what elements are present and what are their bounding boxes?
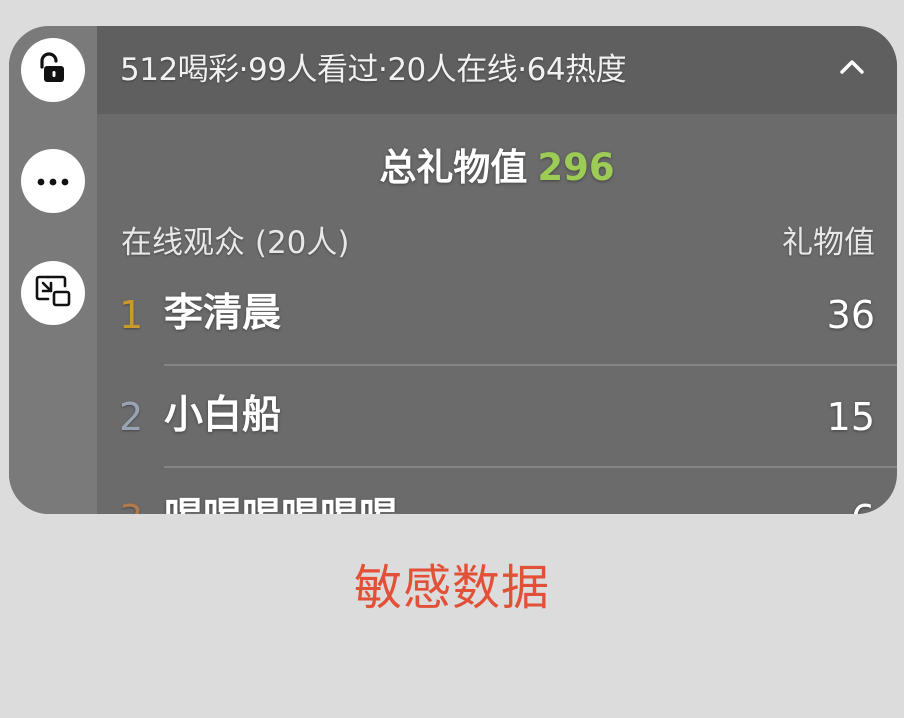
more-dots-icon [35, 172, 71, 191]
audience-row-1[interactable]: 1 李清晨 36 [97, 264, 897, 366]
gift-value: 6 [851, 496, 875, 514]
rank-number: 1 [119, 293, 144, 337]
total-gift-value: 总礼物值 296 [97, 146, 897, 190]
side-rail [9, 26, 97, 514]
stats-text: 512喝彩·99人看过·20人在线·64热度 [120, 52, 627, 88]
sensitive-data-label: 敏感数据 [353, 560, 550, 616]
rank-number: 2 [119, 395, 144, 439]
collapse-button[interactable] [837, 54, 867, 84]
picture-in-picture-button[interactable] [21, 261, 85, 325]
total-label: 总礼物值 [379, 146, 528, 189]
unlock-icon [36, 51, 70, 89]
chevron-up-icon [839, 59, 865, 79]
audience-name: 小白船 [164, 393, 282, 438]
gift-value: 15 [826, 395, 875, 439]
audience-name: 喝喝喝喝喝喝 [164, 494, 398, 514]
more-button[interactable] [21, 149, 85, 213]
audience-name: 李清晨 [164, 291, 282, 336]
gift-value: 36 [826, 293, 875, 337]
unlock-button[interactable] [21, 38, 85, 102]
online-audience-header: 在线观众 (20人) [121, 225, 350, 261]
rank-number: 3 [119, 496, 143, 514]
total-value: 296 [537, 146, 615, 189]
picture-in-picture-icon [34, 272, 72, 314]
audience-row-3[interactable]: 3 喝喝喝喝喝喝 6 [97, 468, 897, 514]
stats-header: 512喝彩·99人看过·20人在线·64热度 [97, 26, 897, 114]
audience-row-2[interactable]: 2 小白船 15 [97, 366, 897, 468]
audience-panel: 512喝彩·99人看过·20人在线·64热度 总礼物值 296 在线观众 (20人… [9, 26, 897, 514]
gift-value-header: 礼物值 [782, 225, 875, 261]
